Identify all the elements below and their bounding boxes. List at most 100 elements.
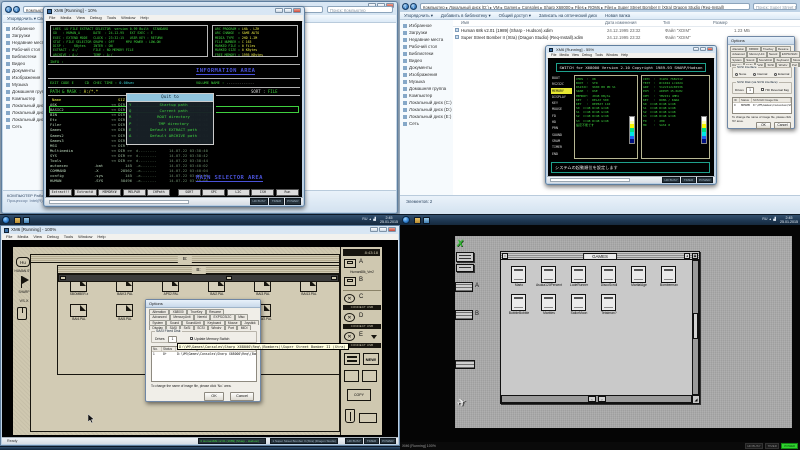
- maximize-icon[interactable]: ▣: [692, 253, 698, 259]
- games-window[interactable]: ▪ GAMES ◂ ▣ MarioAsuka120PercentLodeRunn…: [500, 251, 700, 404]
- function-key[interactable]: MELPAR: [123, 189, 146, 196]
- emulator-screen[interactable]: Hu HUMAN.SYS SHARP VS.X B: B: SBOMBER.xB…: [2, 240, 398, 437]
- scroll-right-button[interactable]: ›: [598, 396, 606, 402]
- floppy-b-icon[interactable]: [344, 277, 356, 286]
- update-memory-checkbox[interactable]: ✓Update Memory Switch: [190, 337, 229, 341]
- quit-menu-item[interactable]: ADefault ARCHIVE path: [127, 133, 213, 139]
- game-icon-item[interactable]: LodeRunner: [571, 266, 587, 287]
- radio-none[interactable]: None: [735, 72, 746, 76]
- close-button[interactable]: [707, 47, 713, 51]
- function-key[interactable]: L2C: [227, 189, 250, 196]
- tab[interactable]: MIDI: [237, 325, 251, 330]
- connect-button[interactable]: CONNECT USB: [343, 324, 381, 329]
- system-tray[interactable]: RU▴▟: [762, 217, 776, 221]
- tab[interactable]: SxSI: [180, 325, 194, 330]
- disk-c-icon[interactable]: ✕: [344, 294, 355, 303]
- switch-menu-item[interactable]: END: [551, 151, 572, 157]
- image-file-row[interactable]: 0805MBD:\VM\Games\Consoles\Sharp X68000\…: [733, 103, 791, 107]
- drive-bar-hd[interactable]: [455, 360, 475, 369]
- sidebar-item[interactable]: Недавние места: [400, 36, 453, 43]
- language-indicator[interactable]: RU: [762, 217, 767, 221]
- forward-icon[interactable]: ›: [13, 6, 20, 13]
- image-file-row[interactable]: 18+D:\VM\Games\Consoles\Sharp X68000\Req…: [152, 352, 256, 356]
- tab[interactable]: Advanced: [730, 51, 747, 56]
- emulator-screen[interactable]: SWITCH for X68000 Version 2.10 Copyright…: [548, 58, 714, 177]
- sidebar-item[interactable]: Видео: [400, 57, 453, 64]
- toolbar-button[interactable]: Добавить в библиотеку ▾: [441, 12, 491, 19]
- game-icon-item[interactable]: BubbleBobble: [511, 294, 527, 315]
- disk-d-icon[interactable]: ✕: [344, 313, 355, 322]
- function-key[interactable]: MEMORY#: [98, 189, 121, 196]
- sidebar-item[interactable]: Компьютер: [400, 92, 453, 99]
- network-icon[interactable]: ▟: [373, 217, 376, 221]
- close-icon[interactable]: ▪: [502, 253, 508, 259]
- window-titlebar[interactable]: ▪ GAMES ◂ ▣: [501, 252, 699, 260]
- taskbar-clock[interactable]: 2:4525.01.2015: [380, 216, 398, 225]
- disk-e-icon[interactable]: ✕: [344, 332, 355, 341]
- chevron-down-icon[interactable]: [371, 335, 377, 339]
- sidebar-item[interactable]: Локальный диск (D:): [400, 106, 453, 113]
- close-button[interactable]: [293, 8, 301, 13]
- file-icon-item[interactable]: BAI4.PAL: [70, 304, 88, 321]
- drives-stepper[interactable]: 1: [746, 87, 754, 94]
- floppy-icon[interactable]: [359, 413, 377, 423]
- tab[interactable]: Advanced: [149, 314, 170, 319]
- sidebar-item[interactable]: Домашняя группа: [400, 85, 453, 92]
- network-icon[interactable]: ▟: [773, 217, 776, 221]
- column-header-type[interactable]: Тип: [663, 20, 713, 26]
- toolbar-button[interactable]: Новая папка: [605, 12, 630, 19]
- sidebar-item[interactable]: Локальный диск (E:): [400, 113, 453, 120]
- floppy-a-icon[interactable]: [344, 259, 356, 268]
- resize-grip[interactable]: ◢: [692, 395, 699, 403]
- folder-icon[interactable]: [344, 370, 359, 382]
- game-icon-item[interactable]: SailorMoon: [571, 294, 587, 315]
- taskbar-sliver[interactable]: [0, 446, 400, 450]
- toolbar-button[interactable]: Записать на оптический диск: [539, 12, 597, 19]
- tab[interactable]: Windrv: [208, 325, 225, 330]
- search-input[interactable]: Поиск: Super Street Bomber II: [753, 3, 797, 10]
- tab[interactable]: EXPSCSI2C: [780, 51, 800, 56]
- game-icon-item[interactable]: MartialAge: [631, 266, 647, 287]
- function-key[interactable]: SPC: [202, 189, 225, 196]
- tab[interactable]: SCSI: [194, 325, 208, 330]
- to-back-icon[interactable]: ◂: [684, 253, 690, 259]
- game-icon-item[interactable]: Tetaiman?: [601, 294, 617, 315]
- image-file-list[interactable]: No.StatusSASI HD Image File 18+D:\VM\Gam…: [151, 346, 257, 382]
- sidebar-item[interactable]: Музыка: [400, 78, 453, 85]
- function-key[interactable]: Extract!!: [49, 189, 72, 196]
- copier-icon[interactable]: COPY: [347, 389, 371, 401]
- sidebar-item[interactable]: Документы: [400, 64, 453, 71]
- function-key[interactable]: Run: [276, 189, 299, 196]
- sidebar-item[interactable]: Загрузки: [400, 29, 453, 36]
- scroll-thumb[interactable]: [226, 276, 232, 280]
- radio-external[interactable]: External: [774, 72, 789, 76]
- tab[interactable]: MercuryUnit: [170, 314, 194, 319]
- radio-internal[interactable]: Internal: [753, 72, 767, 76]
- game-icon-item[interactable]: DiscoScroll: [601, 266, 617, 287]
- volume-icon[interactable]: ▴: [369, 217, 371, 221]
- back-icon[interactable]: ‹: [402, 3, 409, 10]
- game-icon-item[interactable]: Mario: [511, 266, 527, 287]
- minimize-button[interactable]: [693, 47, 699, 51]
- maximize-button[interactable]: [379, 227, 387, 232]
- ok-button[interactable]: OK: [756, 122, 771, 130]
- address-bar[interactable]: Компьютер ▸ Локальный диск (D:) ▸ VM ▸ G…: [420, 3, 750, 10]
- start-button[interactable]: [402, 216, 410, 224]
- horizontal-scrollbar[interactable]: [58, 274, 339, 282]
- forward-icon[interactable]: ›: [410, 3, 417, 10]
- file-icon-item[interactable]: BAI5.PAL: [116, 304, 134, 321]
- game-icon-item[interactable]: Bomberman: [661, 266, 677, 287]
- human-sys-icon[interactable]: Hu: [16, 257, 30, 267]
- drive-bar-a[interactable]: [455, 282, 473, 292]
- ok-button[interactable]: OK: [204, 392, 224, 401]
- function-key[interactable]: Extract#: [74, 189, 97, 196]
- column-header-name[interactable]: Имя: [453, 20, 605, 26]
- tab[interactable]: MercuryUnit: [747, 51, 767, 56]
- sidebar-item[interactable]: Библиотеки: [400, 50, 453, 57]
- taskbar-app-icon[interactable]: [414, 217, 421, 224]
- taskbar-app-icon[interactable]: [423, 217, 430, 224]
- maximize-button[interactable]: [700, 47, 706, 51]
- column-header-size[interactable]: Размер: [713, 20, 748, 26]
- back-icon[interactable]: ‹: [5, 6, 12, 13]
- scroll-right-button[interactable]: [331, 276, 337, 280]
